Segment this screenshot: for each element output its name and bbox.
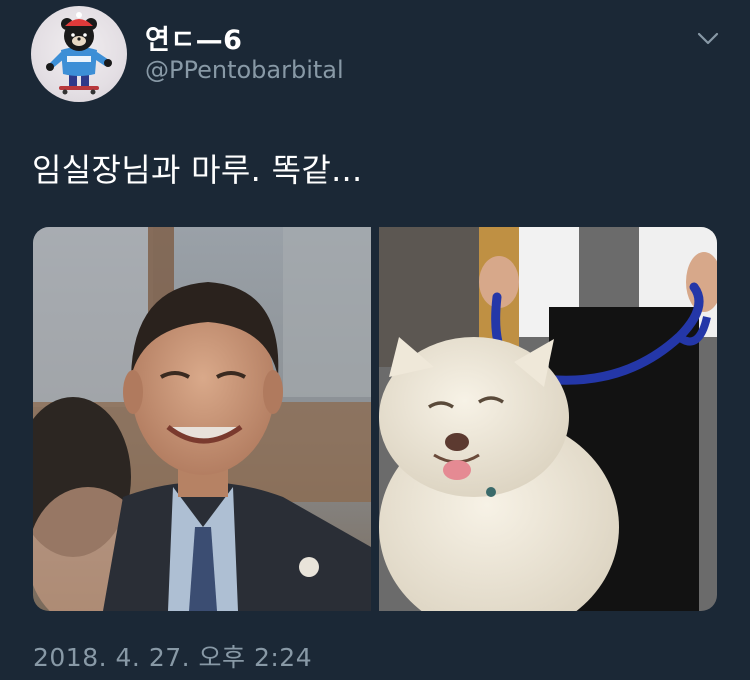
tweet-media	[33, 227, 717, 611]
author-display-name[interactable]: 연ㄷ—6	[145, 18, 242, 57]
bear-mascot-avatar-icon	[46, 12, 112, 95]
media-photo-dog[interactable]	[379, 227, 717, 611]
more-options-button[interactable]	[696, 28, 720, 48]
media-photo-man[interactable]	[33, 227, 371, 611]
author-handle[interactable]: @PPentobarbital	[145, 56, 344, 84]
smiling-white-dog-on-leash-photo-icon	[379, 227, 717, 611]
smiling-man-in-suit-photo-icon	[33, 227, 371, 611]
chevron-down-icon	[697, 32, 719, 45]
tweet-text: 임실장님과 마루. 똑같...	[32, 151, 363, 189]
author-avatar[interactable]	[31, 6, 127, 102]
tweet-timestamp[interactable]: 2018. 4. 27. 오후 2:24	[33, 638, 312, 674]
